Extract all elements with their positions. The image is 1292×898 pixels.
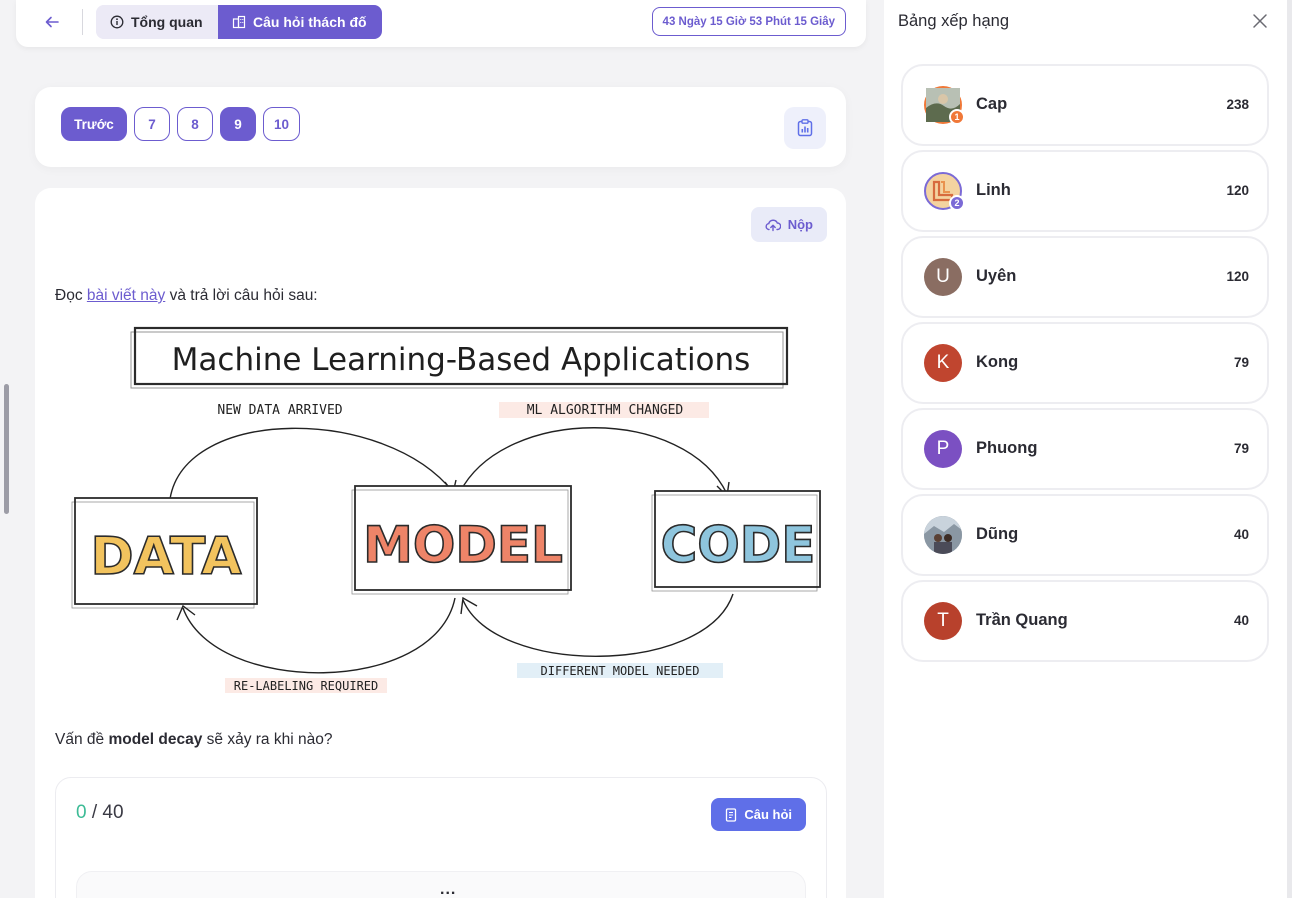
entry-score: 120	[1226, 269, 1249, 284]
leaderboard-entry[interactable]: Dũng 40	[901, 494, 1269, 576]
score-current: 0	[76, 802, 87, 823]
leaderboard-entry[interactable]: T Trần Quang 40	[901, 580, 1269, 662]
leaderboard-entry[interactable]: 2 Linh 120	[901, 150, 1269, 232]
rank-badge: 1	[949, 109, 965, 125]
entry-name: Phuong	[976, 439, 1038, 457]
arrow-label-different-model: DIFFERENT MODEL NEEDED	[541, 664, 700, 678]
building-icon	[232, 15, 246, 29]
page-button-9[interactable]: 9	[220, 107, 256, 141]
questions-button-label: Câu hỏi	[744, 807, 792, 822]
countdown-timer: 43 Ngày 15 Giờ 53 Phút 15 Giây	[651, 7, 846, 36]
entry-name: Uyên	[976, 267, 1017, 285]
avatar	[924, 516, 962, 554]
entry-name: Trần Quang	[976, 611, 1068, 629]
diagram-box-code: CODE	[661, 516, 816, 574]
cloud-upload-icon	[765, 219, 781, 231]
previous-button[interactable]: Trước	[61, 107, 127, 141]
question-prefix: Vấn đề	[55, 731, 109, 748]
left-scrollbar[interactable]	[4, 384, 9, 514]
leaderboard-panel: Bảng xếp hạng 1 Cap 238 2 Linh 120 U Uyê…	[884, 0, 1287, 898]
leaderboard-title: Bảng xếp hạng	[898, 12, 1010, 30]
leaderboard-entry[interactable]: P Phuong 79	[901, 408, 1269, 490]
close-icon[interactable]	[1251, 12, 1269, 30]
article-link[interactable]: bài viết này	[87, 287, 165, 304]
avatar: 2	[924, 172, 965, 211]
more-options-icon[interactable]: ...	[440, 881, 456, 898]
submit-label: Nộp	[787, 217, 813, 232]
clipboard-chart-icon[interactable]	[784, 107, 826, 149]
score-total: / 40	[91, 802, 124, 823]
question-text: Vấn đề model decay sẽ xảy ra khi nào?	[55, 731, 332, 749]
divider	[82, 9, 83, 35]
arrow-label-ml-algorithm: ML ALGORITHM CHANGED	[527, 403, 684, 418]
question-suffix: sẽ xảy ra khi nào?	[202, 731, 333, 748]
page-button-7[interactable]: 7	[134, 107, 170, 141]
entry-name: Linh	[976, 181, 1011, 199]
leaderboard-entry[interactable]: U Uyên 120	[901, 236, 1269, 318]
page-button-8[interactable]: 8	[177, 107, 213, 141]
entry-score: 238	[1226, 97, 1249, 112]
view-tabs: Tổng quan Câu hỏi thách đố	[96, 5, 382, 39]
top-navigation-bar: Tổng quan Câu hỏi thách đố 43 Ngày 15 Gi…	[16, 0, 866, 47]
rank-badge: 2	[949, 195, 965, 211]
tab-challenge-questions[interactable]: Câu hỏi thách đố	[218, 5, 382, 39]
tab-overview[interactable]: Tổng quan	[96, 5, 218, 39]
avatar: K	[924, 344, 962, 382]
answer-card: 0 / 40 Câu hỏi ...	[55, 777, 827, 898]
entry-score: 120	[1226, 183, 1249, 198]
intro-prefix: Đọc	[55, 287, 87, 304]
diagram-box-model: MODEL	[363, 516, 563, 574]
entry-name: Kong	[976, 353, 1019, 371]
question-pagination: Trước 7 8 9 10	[61, 107, 301, 141]
question-keyword: model decay	[108, 731, 203, 748]
document-icon	[726, 807, 737, 822]
entry-score: 40	[1233, 527, 1249, 542]
question-intro: Đọc bài viết này và trả lời câu hỏi sau:	[55, 287, 318, 305]
entry-score: 79	[1233, 441, 1249, 456]
score-display: 0 / 40	[76, 802, 124, 824]
diagram-box-data: DATA	[90, 527, 241, 587]
info-icon	[110, 15, 124, 29]
page-button-10[interactable]: 10	[263, 107, 301, 141]
leaderboard-entry[interactable]: 1 Cap 238	[901, 64, 1269, 146]
entry-score: 79	[1233, 355, 1249, 370]
intro-suffix: và trả lời câu hỏi sau:	[165, 287, 318, 304]
right-scrollbar[interactable]	[1287, 0, 1292, 898]
entry-score: 40	[1233, 613, 1249, 628]
question-pager-card: Trước 7 8 9 10	[35, 87, 846, 167]
back-arrow-icon[interactable]	[42, 12, 62, 32]
avatar: 1	[924, 86, 965, 125]
leaderboard-list: 1 Cap 238 2 Linh 120 U Uyên 120 K Kong 7…	[901, 64, 1269, 666]
ml-applications-diagram: Machine Learning-Based Applications NEW …	[71, 326, 821, 693]
submit-button[interactable]: Nộp	[750, 207, 827, 242]
main-column: Tổng quan Câu hỏi thách đố 43 Ngày 15 Gi…	[0, 0, 884, 898]
arrow-label-relabeling: RE-LABELING REQUIRED	[234, 679, 379, 693]
leaderboard-entry[interactable]: K Kong 79	[901, 322, 1269, 404]
questions-button[interactable]: Câu hỏi	[711, 798, 806, 831]
entry-name: Dũng	[976, 525, 1019, 543]
arrow-label-new-data: NEW DATA ARRIVED	[217, 403, 342, 418]
entry-name: Cap	[976, 95, 1008, 113]
question-card: Nộp Đọc bài viết này và trả lời câu hỏi …	[35, 188, 846, 898]
avatar: P	[924, 430, 962, 468]
avatar: U	[924, 258, 962, 296]
tab-challenge-label: Câu hỏi thách đố	[253, 14, 367, 30]
avatar: T	[924, 602, 962, 640]
tab-overview-label: Tổng quan	[131, 14, 203, 30]
diagram-title: Machine Learning-Based Applications	[172, 342, 751, 378]
